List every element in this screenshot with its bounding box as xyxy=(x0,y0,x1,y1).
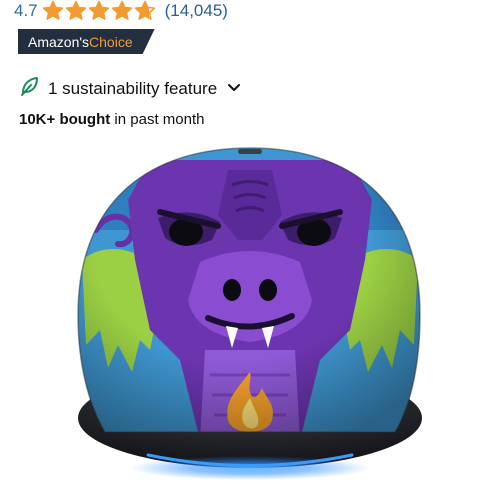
chevron-down-icon xyxy=(227,80,241,98)
speaker-fabric xyxy=(78,148,420,432)
rating-row: 4.7 (14,045) xyxy=(14,0,228,25)
star-rating[interactable] xyxy=(42,0,156,22)
star-icon xyxy=(111,0,133,22)
leaf-icon xyxy=(20,76,40,101)
rating-count-link[interactable]: (14,045) xyxy=(165,1,228,21)
product-detail-panel: 4.7 (14,045) Amazon's Choice 1 sustainab… xyxy=(0,0,500,500)
amazons-choice-badge[interactable]: Amazon's Choice xyxy=(18,29,155,54)
action-button xyxy=(238,149,262,154)
purchase-count: 10K+ bought in past month xyxy=(19,111,204,128)
badge-text-amazons: Amazon's xyxy=(28,33,90,50)
sustainability-features-toggle[interactable]: 1 sustainability feature xyxy=(20,76,241,101)
purchase-count-rest: in past month xyxy=(110,111,205,128)
purchase-count-bold: 10K+ bought xyxy=(19,111,111,128)
star-icon xyxy=(42,0,64,22)
product-image[interactable] xyxy=(0,140,500,500)
sustainability-label: 1 sustainability feature xyxy=(48,78,218,98)
star-icon xyxy=(134,0,156,22)
badge-text-choice: Choice xyxy=(89,33,133,50)
star-icon xyxy=(88,0,110,22)
rating-value[interactable]: 4.7 xyxy=(14,1,38,21)
star-icon xyxy=(65,0,87,22)
